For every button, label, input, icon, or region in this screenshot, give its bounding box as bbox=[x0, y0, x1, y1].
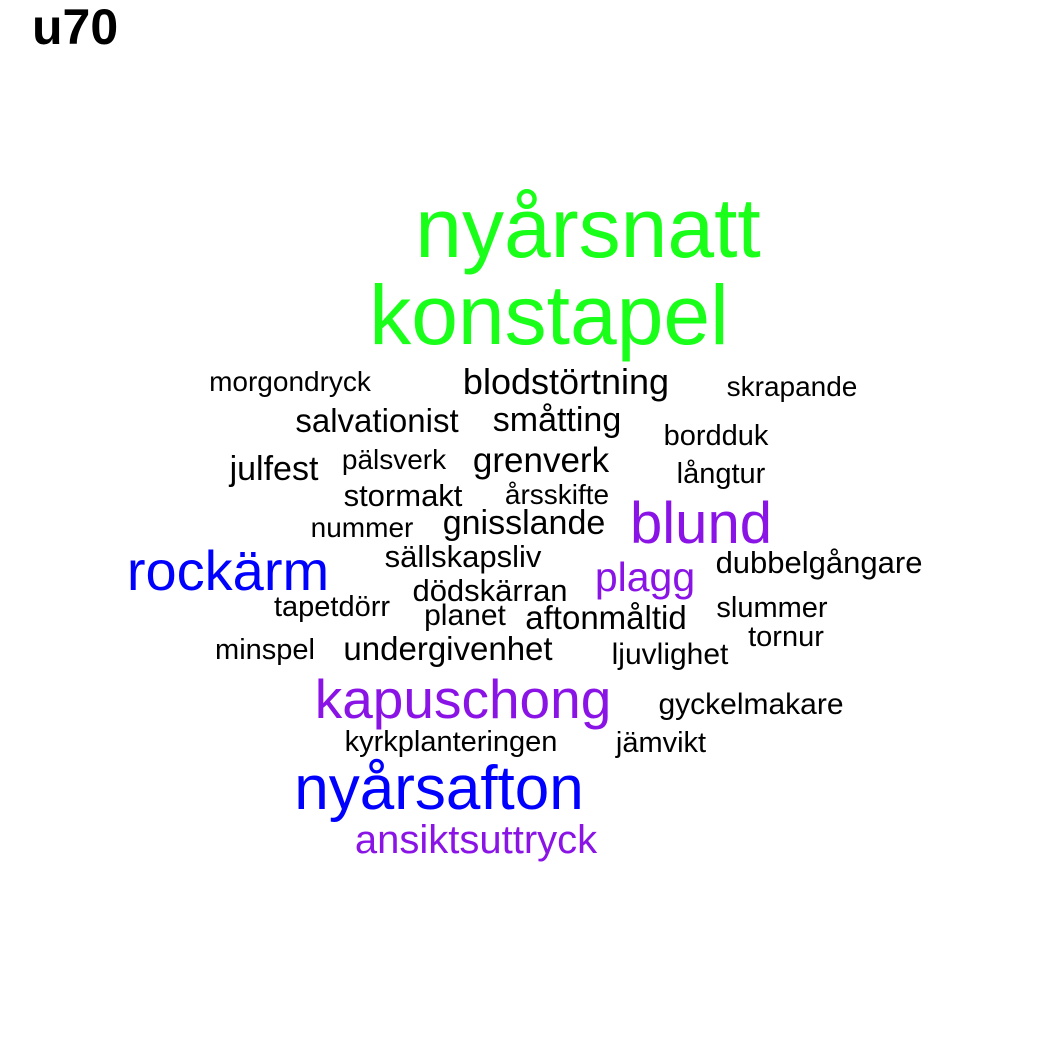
cloud-word: minspel bbox=[215, 634, 315, 666]
cloud-word: långtur bbox=[676, 458, 766, 490]
cloud-word: pälsverk bbox=[341, 444, 447, 475]
cloud-word: nummer bbox=[310, 512, 414, 543]
cloud-word: småtting bbox=[492, 401, 622, 439]
cloud-word: jämvikt bbox=[615, 727, 707, 759]
cloud-word: grenverk bbox=[472, 441, 610, 480]
cloud-word: bordduk bbox=[663, 420, 769, 452]
cloud-word: plagg bbox=[594, 554, 696, 600]
cloud-word: gnisslande bbox=[442, 504, 606, 542]
cloud-word: kapuschong bbox=[314, 668, 612, 730]
cloud-word: blodstörtning bbox=[462, 361, 670, 402]
cloud-word: planet bbox=[424, 599, 506, 632]
cloud-word: ansiktsuttryck bbox=[354, 818, 598, 862]
cloud-word: salvationist bbox=[295, 402, 459, 439]
cloud-word: nyårsafton bbox=[294, 754, 584, 823]
cloud-word: slummer bbox=[716, 592, 828, 624]
cloud-word: gyckelmakare bbox=[658, 688, 844, 721]
cloud-word: skrapande bbox=[726, 371, 858, 402]
word-cloud: nyårsnatt konstapel morgondryck blodstör… bbox=[0, 0, 1050, 1050]
cloud-word: ljuvlighet bbox=[611, 638, 729, 671]
cloud-word: nyårsnatt bbox=[415, 181, 761, 275]
cloud-word: kyrkplanteringen bbox=[344, 726, 558, 758]
cloud-word: tornur bbox=[748, 621, 824, 653]
cloud-word: morgondryck bbox=[209, 366, 371, 397]
cloud-word: sällskapsliv bbox=[384, 539, 542, 574]
cloud-word: konstapel bbox=[369, 268, 729, 362]
cloud-word: undergivenhet bbox=[343, 630, 553, 667]
cloud-word: julfest bbox=[229, 450, 319, 488]
cloud-word: dubbelgångare bbox=[715, 545, 923, 580]
cloud-word: tapetdörr bbox=[273, 591, 391, 623]
